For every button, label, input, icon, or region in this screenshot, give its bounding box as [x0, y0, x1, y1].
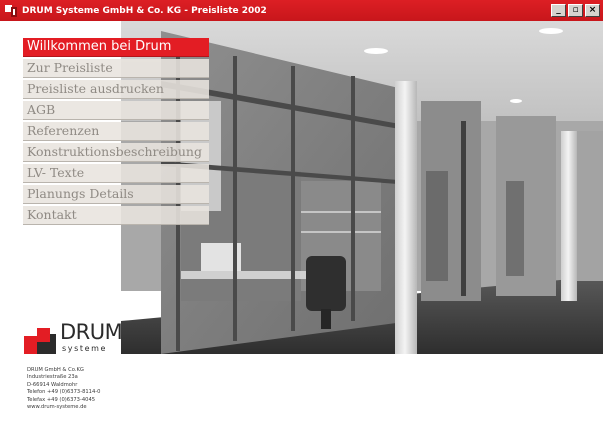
- address-fax: Telefax +49 (0)6373-4045: [27, 396, 96, 403]
- nav-item-kontakt[interactable]: Kontakt: [23, 206, 209, 225]
- address-street: Industriestraße 23a: [27, 374, 78, 381]
- nav-item-konstruktionsbeschreibung[interactable]: Konstruktionsbeschreibung: [23, 143, 209, 162]
- minimize-button[interactable]: _: [551, 4, 566, 17]
- logo-subtitle: systeme: [62, 344, 108, 353]
- nav-item-lv-texte[interactable]: LV- Texte: [23, 164, 209, 183]
- window-controls: _ ▫ ×: [543, 4, 600, 17]
- main-nav: Willkommen bei Drum Zur Preisliste Preis…: [23, 38, 209, 227]
- close-button[interactable]: ×: [585, 4, 600, 17]
- restore-button[interactable]: ▫: [568, 4, 583, 17]
- company-address: DRUM GmbH & Co.KG Industriestraße 23a D-…: [27, 367, 100, 411]
- window-title: DRUM Systeme GmbH & Co. KG - Preisliste …: [22, 5, 267, 16]
- address-company: DRUM GmbH & Co.KG: [27, 367, 84, 373]
- app-logo-icon[interactable]: [4, 4, 18, 18]
- drum-logo: DRUM systeme: [22, 320, 123, 356]
- nav-item-planungs-details[interactable]: Planungs Details: [23, 185, 209, 204]
- logo-wordmark: DRUM: [60, 320, 123, 344]
- nav-item-willkommen[interactable]: Willkommen bei Drum: [23, 38, 209, 57]
- window-title-bar: DRUM Systeme GmbH & Co. KG - Preisliste …: [0, 0, 603, 21]
- address-web-link[interactable]: www.drum-systeme.de: [27, 404, 100, 411]
- address-city: D-66914 Waldmohr: [27, 381, 78, 388]
- address-phone: Telefon +49 (0)6373-8114-0: [27, 389, 101, 396]
- drum-logo-mark-icon: [24, 328, 56, 354]
- nav-item-zur-preisliste[interactable]: Zur Preisliste: [23, 59, 209, 78]
- nav-item-referenzen[interactable]: Referenzen: [23, 122, 209, 141]
- nav-item-agb[interactable]: AGB: [23, 101, 209, 120]
- nav-item-preisliste-ausdrucken[interactable]: Preisliste ausdrucken: [23, 80, 209, 99]
